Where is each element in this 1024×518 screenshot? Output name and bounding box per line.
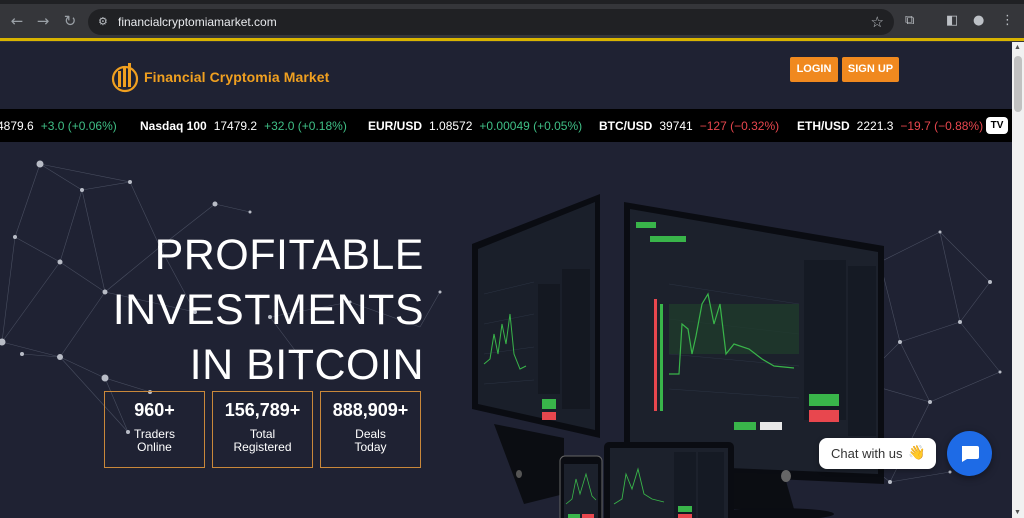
stat-label: Deals Today [354, 427, 387, 454]
profile-icon[interactable]: ● [973, 12, 984, 30]
stat-total-registered: 156,789+ Total Registered [212, 391, 313, 468]
chat-prompt-text: Chat with us [831, 446, 903, 461]
signup-button[interactable]: SIGN UP [842, 57, 899, 82]
tradingview-logo[interactable]: TV [986, 117, 1008, 134]
ticker-item[interactable]: BTC/USD 39741 −127 (−0.32%) [599, 119, 779, 133]
hero-line-3: IN BITCOIN [189, 341, 424, 389]
address-bar[interactable]: ⚙ financialcryptomiamarket.com ☆ [88, 9, 894, 35]
page-scrollbar[interactable]: ▲ ▼ [1012, 42, 1024, 518]
side-panel-icon[interactable]: ◧ [946, 12, 958, 30]
web-page: Financial Cryptomia Market LOGIN SIGN UP… [0, 42, 1012, 518]
chat-launcher-button[interactable] [947, 431, 992, 476]
logo-icon [111, 63, 139, 93]
ticker-item[interactable]: EUR/USD 1.08572 +0.00049 (+0.05%) [368, 119, 582, 133]
extensions-icon[interactable]: ⧉ [905, 12, 914, 30]
stat-label: Traders Online [134, 427, 175, 454]
scroll-up-icon[interactable]: ▲ [1014, 44, 1021, 51]
browser-toolbar: ← → ↻ ⚙ financialcryptomiamarket.com ☆ ⧉… [0, 0, 1024, 42]
stat-value: 960+ [134, 400, 175, 420]
logo-text: Financial Cryptomia Market [144, 69, 330, 85]
toolbar-divider [0, 38, 1024, 41]
chat-prompt-bubble[interactable]: Chat with us 👋 [819, 438, 936, 469]
hero-line-2: INVESTMENTS [112, 286, 424, 334]
menu-icon[interactable]: ⋮ [1001, 12, 1014, 30]
scroll-thumb[interactable] [1014, 56, 1022, 112]
ticker-item[interactable]: 4879.6 +3.0 (+0.06%) [0, 119, 117, 133]
stat-deals-today: 888,909+ Deals Today [320, 391, 421, 468]
stat-traders-online: 960+ Traders Online [104, 391, 205, 468]
ticker-tape[interactable]: 4879.6 +3.0 (+0.06%) Nasdaq 100 17479.2 +32… [0, 109, 1012, 142]
back-icon[interactable]: ← [8, 12, 26, 30]
login-button[interactable]: LOGIN [790, 57, 838, 82]
scroll-down-icon[interactable]: ▼ [1014, 509, 1021, 516]
reload-icon[interactable]: ↻ [61, 12, 79, 30]
chat-icon [962, 446, 979, 462]
bookmark-star-icon[interactable]: ☆ [871, 13, 884, 31]
url-text[interactable]: financialcryptomiamarket.com [118, 15, 277, 29]
waving-hand-icon: 👋 [908, 445, 926, 461]
hero-title: PROFITABLE INVESTMENTS IN BITCOIN [100, 228, 424, 393]
site-logo[interactable]: Financial Cryptomia Market [110, 57, 329, 97]
stat-value: 156,789+ [224, 400, 301, 420]
ticker-item[interactable]: Nasdaq 100 17479.2 +32.0 (+0.18%) [140, 119, 347, 133]
site-info-icon[interactable]: ⚙ [98, 15, 112, 29]
tab-strip [0, 0, 1024, 4]
stat-label: Total Registered [233, 427, 292, 454]
forward-icon[interactable]: → [34, 12, 52, 30]
ticker-item[interactable]: ETH/USD 2221.3 −19.7 (−0.88%) [797, 119, 983, 133]
hero-line-1: PROFITABLE [154, 231, 424, 279]
stat-value: 888,909+ [332, 400, 409, 420]
